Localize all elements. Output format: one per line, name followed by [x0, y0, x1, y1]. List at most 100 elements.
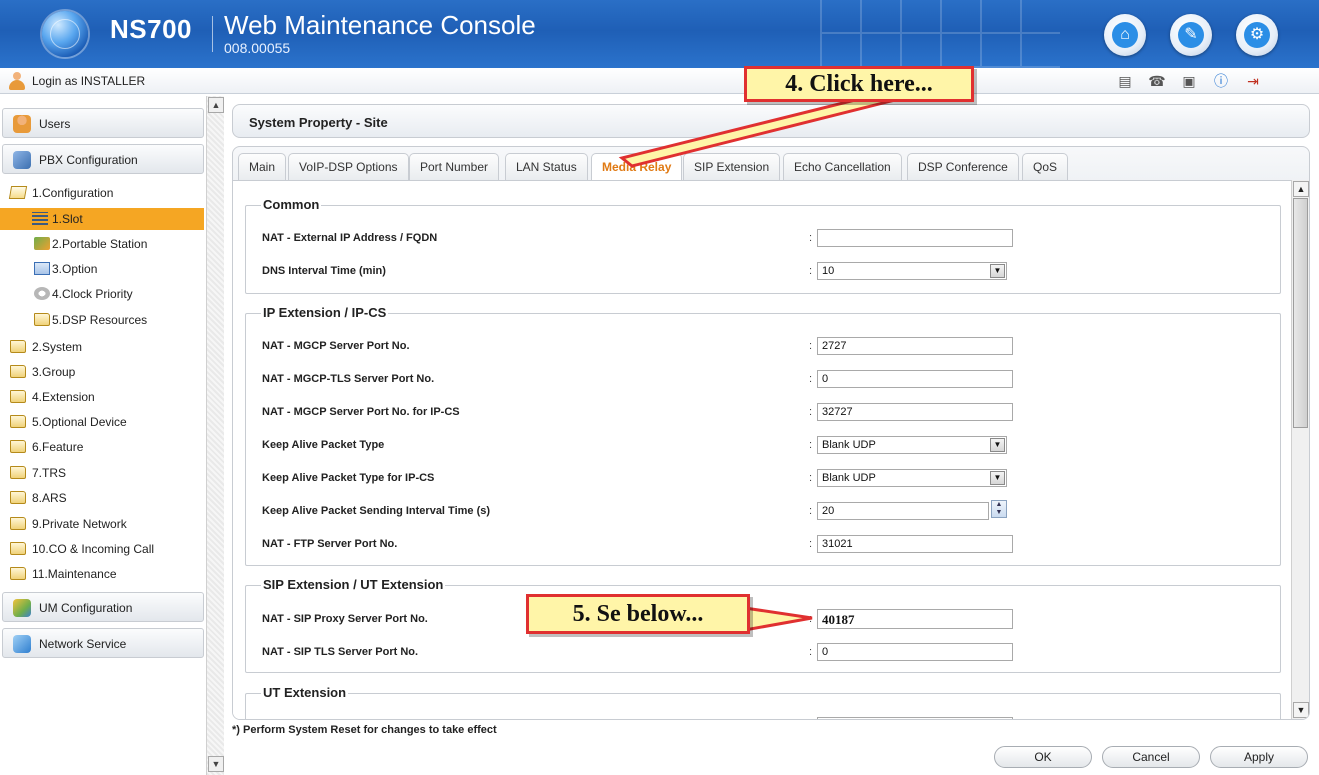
- tree-item-label: 1.Configuration: [32, 186, 114, 200]
- folder-icon: [10, 517, 26, 530]
- tree-item-group[interactable]: 3.Group: [0, 361, 204, 383]
- tab-media-relay[interactable]: Media Relay: [591, 153, 683, 182]
- tools-button[interactable]: ✎: [1170, 14, 1212, 56]
- folder-icon: [10, 466, 26, 479]
- ok-button[interactable]: OK: [994, 746, 1092, 768]
- row-label: NAT - SIP Proxy Server Port No.: [262, 613, 428, 625]
- tree-item-private-network[interactable]: 9.Private Network: [0, 513, 204, 535]
- tab-main[interactable]: Main: [238, 153, 287, 180]
- tree-item-label: 2.System: [32, 340, 83, 354]
- colon: :: [809, 439, 813, 451]
- tree-item-maintenance[interactable]: 11.Maintenance: [0, 563, 204, 585]
- tree-item-ars[interactable]: 8.ARS: [0, 487, 204, 509]
- tree-item-configuration[interactable]: 1.Configuration: [0, 182, 204, 204]
- sidebar-section-um-configuration[interactable]: UM Configuration: [2, 592, 204, 622]
- folder-icon: [10, 415, 26, 428]
- tab-dsp-conference[interactable]: DSP Conference: [907, 153, 1019, 180]
- tab-voip-dsp-options[interactable]: VoIP-DSP Options: [288, 153, 409, 180]
- home-icon: ⌂: [1112, 22, 1138, 48]
- folder-icon: [10, 340, 26, 353]
- tab-qos[interactable]: QoS: [1022, 153, 1069, 180]
- colon: :: [809, 373, 813, 385]
- row-label: NAT - External IP Address / FQDN: [262, 232, 438, 244]
- sidebar-section-users[interactable]: Users: [2, 108, 204, 138]
- mgcp-server-port-input[interactable]: 2727: [817, 337, 1013, 355]
- select-value: 10: [822, 265, 835, 277]
- phone-list-icon[interactable]: ☎: [1148, 72, 1166, 90]
- dns-interval-select[interactable]: 10 ▼: [817, 262, 1007, 280]
- users-icon: [13, 115, 31, 133]
- scroll-up-icon[interactable]: ▲: [1293, 181, 1309, 197]
- nat-external-ip-input[interactable]: [817, 229, 1013, 247]
- row-label: NAT - MGCP-TLS Server Port No.: [262, 373, 435, 385]
- reset-note: *) Perform System Reset for changes to t…: [232, 724, 497, 736]
- tree-item-trs[interactable]: 7.TRS: [0, 462, 204, 484]
- keep-alive-packet-type-select[interactable]: Blank UDP ▼: [817, 436, 1007, 454]
- row-label: NAT - MGCP Server Port No.: [262, 340, 410, 352]
- tree-item-label: 7.TRS: [32, 466, 67, 480]
- logout-icon[interactable]: ⇥: [1244, 72, 1262, 90]
- tab-echo-cancellation[interactable]: Echo Cancellation: [783, 153, 902, 180]
- spinner-icon[interactable]: ▲ ▼: [991, 500, 1007, 518]
- ftp-server-port-input[interactable]: 31021: [817, 535, 1013, 553]
- tree-item-co-incoming-call[interactable]: 10.CO & Incoming Call: [0, 538, 204, 560]
- sip-tls-server-port-input[interactable]: 0: [817, 643, 1013, 661]
- tree-item-label: 6.Feature: [32, 440, 84, 454]
- settings-button[interactable]: ⚙: [1236, 14, 1278, 56]
- tree-item-label: 4.Clock Priority: [52, 287, 133, 301]
- tree-item-extension[interactable]: 4.Extension: [0, 386, 204, 408]
- tree-item-label: 3.Group: [32, 365, 76, 379]
- ut-extension-input-partial[interactable]: [817, 717, 1013, 719]
- tree-item-clock-priority[interactable]: 4.Clock Priority: [0, 283, 204, 305]
- save-icon[interactable]: ▣: [1180, 72, 1198, 90]
- scroll-up-icon[interactable]: ▲: [208, 97, 224, 113]
- keep-alive-packet-type-ipcs-select[interactable]: Blank UDP ▼: [817, 469, 1007, 487]
- content-scrollbar[interactable]: ▲ ▼: [1291, 180, 1309, 719]
- mgcp-server-port-ipcs-input[interactable]: 32727: [817, 403, 1013, 421]
- sidebar-section-label: UM Configuration: [39, 601, 133, 615]
- sip-proxy-server-port-input[interactable]: 40187: [817, 609, 1013, 629]
- apply-button[interactable]: Apply: [1210, 746, 1308, 768]
- tab-lan-status[interactable]: LAN Status: [505, 153, 588, 180]
- scroll-down-icon[interactable]: ▼: [1293, 702, 1309, 718]
- wrench-icon: ✎: [1178, 22, 1204, 48]
- colon: :: [809, 472, 813, 484]
- option-icon: [34, 262, 50, 275]
- group-sip-extension: [245, 585, 1281, 673]
- tree-item-system[interactable]: 2.System: [0, 336, 204, 358]
- cancel-button[interactable]: Cancel: [1102, 746, 1200, 768]
- tree-item-option[interactable]: 3.Option: [0, 258, 204, 280]
- tab-port-number[interactable]: Port Number: [409, 153, 500, 180]
- chevron-down-icon[interactable]: ▼: [990, 264, 1005, 278]
- sidebar-section-label: Users: [39, 117, 71, 131]
- report-icon[interactable]: ▤: [1116, 72, 1134, 90]
- group-title: UT Extension: [261, 685, 349, 700]
- info-icon[interactable]: ⓘ: [1212, 72, 1230, 90]
- tree-item-optional-device[interactable]: 5.Optional Device: [0, 411, 204, 433]
- callout-see-below: 5. Se below...: [526, 594, 750, 634]
- tree-item-feature[interactable]: 6.Feature: [0, 436, 204, 458]
- chevron-down-icon[interactable]: ▼: [990, 471, 1005, 485]
- sidebar-scrollbar[interactable]: ▲ ▼: [206, 96, 224, 775]
- tree-item-label: 10.CO & Incoming Call: [32, 542, 155, 556]
- scroll-thumb[interactable]: [1293, 198, 1308, 428]
- tree-item-slot[interactable]: 1.Slot: [0, 208, 204, 230]
- user-icon: [8, 72, 26, 90]
- folder-icon: [10, 365, 26, 378]
- home-button[interactable]: ⌂: [1104, 14, 1146, 56]
- scroll-down-icon[interactable]: ▼: [208, 756, 224, 772]
- mgcp-tls-server-port-input[interactable]: 0: [817, 370, 1013, 388]
- colon: :: [809, 232, 813, 244]
- keep-alive-interval-input[interactable]: 20: [817, 502, 989, 520]
- chevron-down-icon[interactable]: ▼: [990, 438, 1005, 452]
- app-title: Web Maintenance Console: [224, 10, 536, 40]
- tab-sip-extension[interactable]: SIP Extension: [683, 153, 781, 180]
- tree-item-portable-station[interactable]: 2.Portable Station: [0, 233, 204, 255]
- sidebar-section-network-service[interactable]: Network Service: [2, 628, 204, 658]
- colon: :: [809, 505, 813, 517]
- tree-item-dsp-resources[interactable]: 5.DSP Resources: [0, 309, 204, 331]
- sidebar-section-pbx-configuration[interactable]: PBX Configuration: [2, 144, 204, 174]
- folder-icon: [10, 542, 26, 555]
- folder-icon: [34, 313, 50, 326]
- row-label: Keep Alive Packet Type for IP-CS: [262, 472, 435, 484]
